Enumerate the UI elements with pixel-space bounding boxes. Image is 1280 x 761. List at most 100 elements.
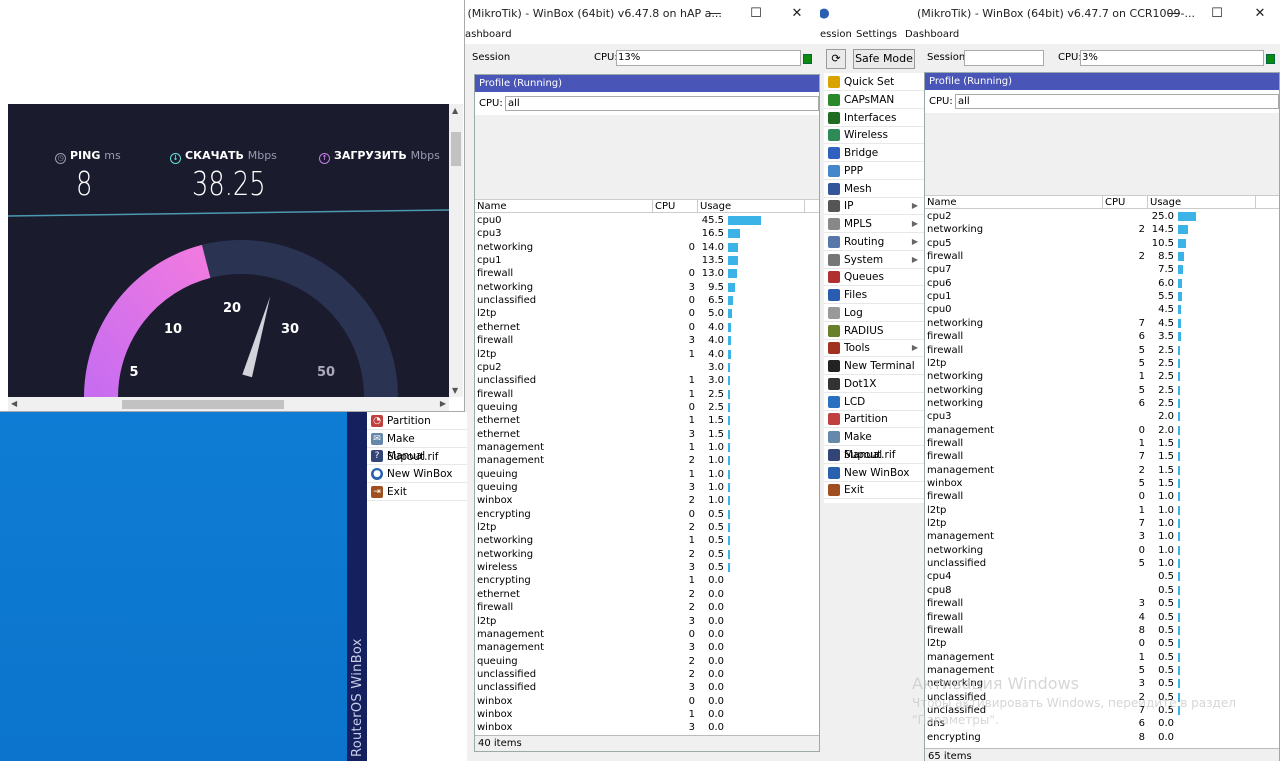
table-row[interactable]: l2tp 0 5.0	[475, 307, 819, 320]
table-row[interactable]: winbox 3 0.0	[475, 721, 819, 734]
table-row[interactable]: management 1 1.0	[475, 441, 819, 454]
menu-item-files[interactable]: Files	[824, 286, 924, 304]
table-row[interactable]: firewall 2 8.5	[925, 250, 1279, 263]
table-row[interactable]: cpu0 45.5	[475, 214, 819, 227]
table-row[interactable]: networking 0 14.0	[475, 241, 819, 254]
menu-item-new-winbox[interactable]: ● New WinBox	[367, 465, 467, 484]
table-row[interactable]: firewall 6 3.5	[925, 330, 1279, 343]
table-row[interactable]: queuing 3 1.0	[475, 481, 819, 494]
table-row[interactable]: unclassified 0 6.5	[475, 294, 819, 307]
title-bar[interactable]: ● (MikroTik) - WinBox (64bit) v6.47.7 on…	[820, 0, 1280, 28]
menu-settings[interactable]: Settings	[856, 29, 897, 40]
menu-item-dot1x[interactable]: Dot1X	[824, 375, 924, 393]
table-row[interactable]: cpu3 2.0	[925, 410, 1279, 423]
menu-item-manual[interactable]: ? Manual	[367, 447, 467, 466]
table-row[interactable]: l2tp 3 0.0	[475, 615, 819, 628]
table-row[interactable]: cpu0 4.5	[925, 303, 1279, 316]
col-name[interactable]: Name	[475, 200, 653, 213]
scroll-down-icon[interactable]: ▼	[452, 386, 458, 395]
menu-item-exit[interactable]: Exit	[824, 481, 924, 500]
table-row[interactable]: management 3 1.0	[925, 530, 1279, 543]
refresh-button[interactable]: ⟳	[826, 49, 846, 69]
table-row[interactable]: firewall 0 1.0	[925, 490, 1279, 503]
table-row[interactable]: cpu8 0.5	[925, 584, 1279, 597]
table-row[interactable]: management 2 1.5	[925, 464, 1279, 477]
table-row[interactable]: networking 1 0.5	[475, 534, 819, 547]
table-row[interactable]: winbox 0 0.0	[475, 695, 819, 708]
menu-item-ip[interactable]: IP ▶	[824, 197, 924, 216]
table-row[interactable]: winbox 1 0.0	[475, 708, 819, 721]
table-row[interactable]: firewall 1 1.5	[925, 437, 1279, 450]
col-usage[interactable]: Usage	[1148, 196, 1256, 209]
close-icon[interactable]: ✕	[785, 4, 809, 24]
table-row[interactable]: firewall 4 0.5	[925, 611, 1279, 624]
table-row[interactable]: cpu2 25.0	[925, 210, 1279, 223]
menu-item-mesh[interactable]: Mesh	[824, 180, 924, 198]
session-field[interactable]	[964, 50, 1044, 66]
table-row[interactable]: networking 0 1.0	[925, 544, 1279, 557]
table-row[interactable]: management 2 1.0	[475, 454, 819, 467]
col-cpu[interactable]: CPU	[1103, 196, 1148, 209]
menu-item-supout[interactable]: ✉ Make Supout.rif	[367, 430, 467, 463]
table-row[interactable]: ethernet 2 0.0	[475, 588, 819, 601]
hscroll-thumb[interactable]	[122, 400, 284, 409]
table-row[interactable]: encrypting 1 0.0	[475, 574, 819, 587]
menu-item-queues[interactable]: Queues	[824, 268, 924, 287]
vertical-scrollbar[interactable]: ▲ ▼	[449, 104, 463, 397]
menu-item-mpls[interactable]: MPLS ▶	[824, 215, 924, 233]
table-row[interactable]: management 0 0.0	[475, 628, 819, 641]
table-row[interactable]: firewall 0 13.0	[475, 267, 819, 280]
table-row[interactable]: ethernet 0 4.0	[475, 321, 819, 334]
table-row[interactable]: networking 6 2.5	[925, 397, 1279, 410]
table-row[interactable]: cpu2 3.0	[475, 361, 819, 374]
menu-item-capsman[interactable]: CAPsMAN	[824, 91, 924, 109]
cpu-filter-field[interactable]: all	[505, 96, 819, 111]
table-row[interactable]: queuing 2 0.0	[475, 655, 819, 668]
table-row[interactable]: unclassified 1 3.0	[475, 374, 819, 387]
menu-session[interactable]: ession	[820, 29, 852, 40]
menu-item-lcd[interactable]: LCD	[824, 393, 924, 411]
menu-item-tools[interactable]: Tools ▶	[824, 339, 924, 358]
menu-item-wireless[interactable]: Wireless	[824, 126, 924, 145]
table-row[interactable]: queuing 0 2.5	[475, 401, 819, 414]
table-row[interactable]: networking 1 2.5	[925, 370, 1279, 383]
table-row[interactable]: l2tp 2 0.5	[475, 521, 819, 534]
table-row[interactable]: encrypting 8 0.0	[925, 731, 1279, 743]
maximize-icon[interactable]: ☐	[1205, 4, 1229, 24]
table-row[interactable]: cpu4 0.5	[925, 570, 1279, 583]
table-row[interactable]: wireless 3 0.5	[475, 561, 819, 574]
menu-item-new-winbox[interactable]: New WinBox	[824, 464, 924, 482]
table-row[interactable]: management 1 0.5	[925, 651, 1279, 664]
menu-dashboard[interactable]: ashboard	[465, 29, 512, 40]
table-row[interactable]: networking 2 14.5	[925, 223, 1279, 236]
table-row[interactable]: unclassified 5 1.0	[925, 557, 1279, 570]
scroll-thumb[interactable]	[451, 132, 461, 166]
col-name[interactable]: Name	[925, 196, 1103, 209]
minimize-icon[interactable]: —	[703, 4, 727, 24]
table-row[interactable]: cpu5 10.5	[925, 237, 1279, 250]
menu-item-radius[interactable]: RADIUS	[824, 322, 924, 340]
table-row[interactable]: networking 3 9.5	[475, 281, 819, 294]
table-row[interactable]: management 3 0.0	[475, 641, 819, 654]
menu-item-log[interactable]: Log	[824, 304, 924, 322]
table-row[interactable]: management 0 2.0	[925, 424, 1279, 437]
menu-item-quick-set[interactable]: Quick Set	[824, 73, 924, 91]
table-row[interactable]: cpu6 6.0	[925, 277, 1279, 290]
table-row[interactable]: l2tp 1 1.0	[925, 504, 1279, 517]
table-row[interactable]: firewall 1 2.5	[475, 388, 819, 401]
table-row[interactable]: l2tp 7 1.0	[925, 517, 1279, 530]
menu-item-interfaces[interactable]: Interfaces	[824, 109, 924, 127]
table-row[interactable]: l2tp 5 2.5	[925, 357, 1279, 370]
table-row[interactable]: queuing 1 1.0	[475, 468, 819, 481]
table-row[interactable]: ethernet 1 1.5	[475, 414, 819, 427]
table-row[interactable]: cpu1 5.5	[925, 290, 1279, 303]
table-row[interactable]: firewall 3 4.0	[475, 334, 819, 347]
table-row[interactable]: winbox 2 1.0	[475, 494, 819, 507]
table-row[interactable]: cpu3 16.5	[475, 227, 819, 240]
table-row[interactable]: cpu1 13.5	[475, 254, 819, 267]
table-row[interactable]: firewall 3 0.5	[925, 597, 1279, 610]
table-row[interactable]: l2tp 0 0.5	[925, 637, 1279, 650]
table-row[interactable]: networking 5 2.5	[925, 384, 1279, 397]
safe-mode-button[interactable]: Safe Mode	[853, 49, 915, 69]
table-row[interactable]: unclassified 3 0.0	[475, 681, 819, 694]
